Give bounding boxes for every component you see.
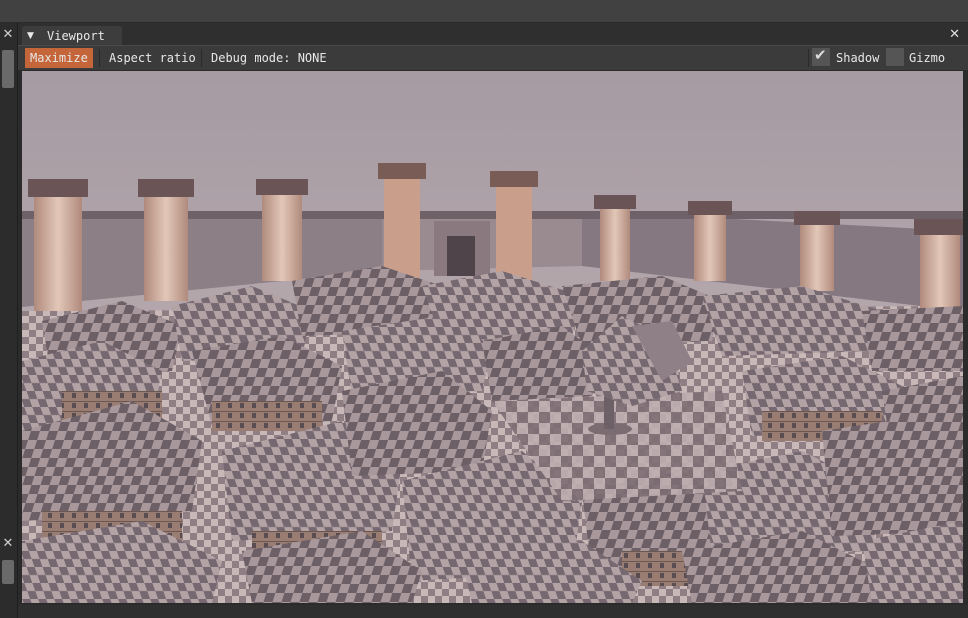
3d-viewport-canvas[interactable]	[22, 71, 963, 603]
checkmark-icon: ✔	[814, 46, 827, 64]
close-icon[interactable]: ✕	[949, 27, 960, 42]
aspect-ratio-button[interactable]: Aspect ratio	[104, 48, 201, 68]
toolbar-separator	[201, 49, 202, 67]
viewport-window: ▼ Viewport ✕ Maximize Aspect ratio Debug…	[18, 23, 968, 618]
left-docked-panel: ✕ ✕	[0, 23, 18, 618]
shadow-label[interactable]: Shadow	[836, 48, 879, 68]
rendered-scene	[22, 71, 963, 603]
triangle-down-icon[interactable]: ▼	[27, 31, 37, 41]
gizmo-checkbox[interactable]	[886, 48, 904, 66]
viewport-toolbar: Maximize Aspect ratio Debug mode: NONE ✔…	[18, 45, 968, 70]
toolbar-separator	[808, 49, 809, 67]
left-panel-close-icon-lower[interactable]: ✕	[1, 537, 15, 551]
tab-bar: ▼ Viewport ✕	[18, 23, 968, 45]
shadow-checkbox[interactable]: ✔	[812, 46, 830, 66]
tab-viewport[interactable]: ▼ Viewport	[22, 26, 122, 45]
top-menu-bar	[0, 0, 968, 23]
left-panel-scrollbar-lower[interactable]	[2, 560, 14, 584]
toolbar-separator	[99, 49, 100, 67]
tab-title: Viewport	[47, 28, 105, 43]
left-panel-close-icon[interactable]: ✕	[1, 28, 15, 42]
left-panel-scrollbar[interactable]	[2, 50, 14, 88]
viewport-bottom-bar	[18, 605, 968, 618]
maximize-button[interactable]: Maximize	[25, 48, 93, 68]
debug-mode-button[interactable]: Debug mode: NONE	[206, 48, 332, 68]
gizmo-label[interactable]: Gizmo	[909, 48, 945, 68]
